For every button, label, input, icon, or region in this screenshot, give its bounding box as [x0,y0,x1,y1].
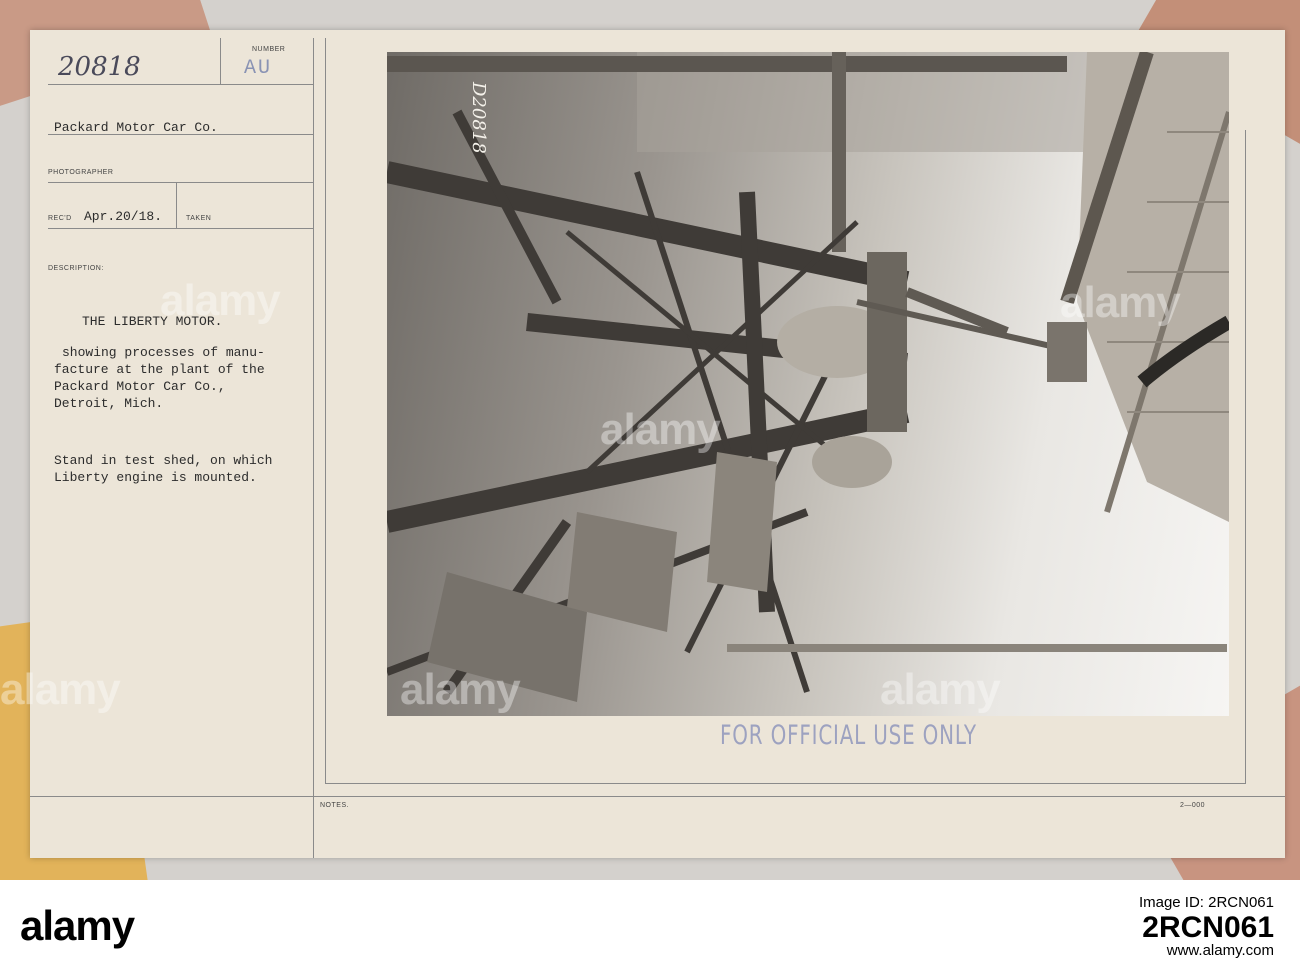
received-divider [176,182,177,228]
caption-line: Stand in test shed, on which [54,453,273,468]
background-scene: 20818 NUMBER AU Packard Motor Car Co. PH… [0,0,1300,880]
notes-rule [30,796,1285,797]
caption-line: Liberty engine is mounted. [54,470,257,485]
vertical-pipe [832,52,846,252]
engine-mount [777,252,1087,488]
image-id-label: Image ID: 2RCN061 [1138,894,1274,911]
photographer-label: PHOTOGRAPHER [48,169,114,176]
number-stamp: AU [244,57,273,80]
watermark: alamy [600,405,721,454]
description-line: Packard Motor Car Co., [54,379,226,394]
received-label: REC'D [48,215,72,222]
notes-label: NOTES. [320,802,350,809]
photo-frame-left [325,38,326,783]
description-text: showing processes of manu- facture at th… [54,344,265,412]
site-url[interactable]: www.alamy.com [1167,942,1274,959]
photo-frame-bottom [325,783,1245,784]
stock-footer: alamy Image ID: 2RCN061 2RCN061 www.alam… [0,880,1300,972]
engine-stand-photograph: D20818 [387,52,1229,716]
rule-photographer [48,182,313,183]
rule-received [48,228,313,229]
watermark: alamy [1060,278,1181,327]
description-line: facture at the plant of the [54,362,265,377]
description-line: Detroit, Mich. [54,396,164,411]
overhead-pipe [387,56,1067,72]
alamy-logo: alamy [20,902,135,949]
image-id: 2RCN061 [1142,911,1274,944]
taken-label: TAKEN [186,215,212,222]
description-line: showing processes of manu- [62,345,265,360]
watermark: alamy [880,665,1001,714]
left-column-divider [313,38,314,858]
caption-text: Stand in test shed, on which Liberty eng… [54,452,272,486]
photo-illustration [387,52,1229,702]
form-code: 2—000 [1180,802,1206,809]
watermark: alamy [0,665,121,714]
handwritten-number: 20818 [58,52,141,82]
watermark: alamy [400,665,521,714]
image-id-block: Image ID: 2RCN061 2RCN061 [1139,894,1274,945]
photo-frame-right [1245,130,1246,784]
negative-number: D20818 [468,82,489,154]
description-label: DESCRIPTION: [48,265,104,272]
received-value: Apr.20/18. [84,209,163,224]
source-value: Packard Motor Car Co. [54,120,218,135]
watermark: alamy [160,276,281,325]
floor-beam [727,644,1227,652]
number-divider [220,38,221,84]
number-label: NUMBER [252,46,286,53]
official-use-stamp: FOR OFFICIAL USE ONLY [720,720,977,751]
rule-number [48,84,313,85]
